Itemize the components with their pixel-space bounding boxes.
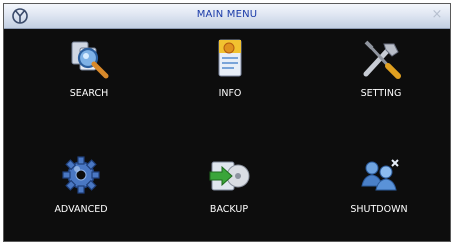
- menu-item-label: SHUTDOWN: [350, 204, 408, 215]
- menu-item-label: SEARCH: [69, 88, 109, 99]
- setting-icon: [363, 40, 401, 79]
- shutdown-icon: [361, 159, 399, 191]
- menu-item-label: SETTING: [360, 88, 402, 99]
- menu-item-shutdown[interactable]: SHUTDOWN: [324, 152, 434, 232]
- title-bar: MAIN MENU ×: [4, 4, 450, 29]
- menu-item-search[interactable]: SEARCH: [34, 36, 144, 116]
- menu-item-label: ADVANCED: [54, 204, 108, 215]
- menu-item-info[interactable]: INFO: [175, 36, 285, 116]
- menu-item-setting[interactable]: SETTING: [326, 36, 436, 116]
- main-menu-window: MAIN MENU × SEARCH INFO SETTING ADVANCED…: [3, 3, 451, 242]
- info-icon: [218, 39, 242, 77]
- menu-item-label: BACKUP: [209, 204, 249, 215]
- backup-icon: [209, 161, 250, 191]
- menu-grid: SEARCH INFO SETTING ADVANCED BACKUP SHUT…: [4, 28, 450, 241]
- search-icon: [71, 41, 109, 79]
- menu-item-label: INFO: [218, 88, 242, 99]
- advanced-icon: [62, 156, 100, 194]
- window-title: MAIN MENU: [196, 9, 258, 20]
- menu-item-backup[interactable]: BACKUP: [174, 152, 284, 232]
- close-icon[interactable]: ×: [430, 8, 444, 22]
- menu-item-advanced[interactable]: ADVANCED: [26, 152, 136, 232]
